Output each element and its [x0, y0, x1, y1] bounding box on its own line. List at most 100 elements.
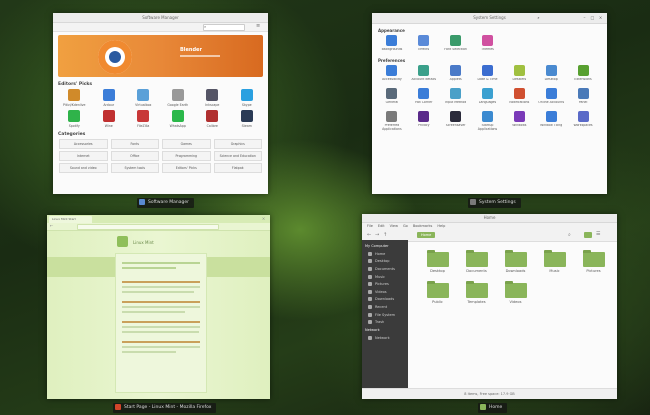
sidebar-item[interactable]: Music — [362, 273, 408, 281]
settings-item[interactable]: Accessibility — [378, 65, 406, 86]
sidebar-item[interactable]: Downloads — [362, 296, 408, 304]
settings-item[interactable]: Font Selection — [442, 35, 470, 56]
files-caption[interactable]: Home — [478, 403, 508, 413]
category-button[interactable]: Editors' Picks — [162, 163, 211, 173]
featured-banner[interactable]: Blender — [58, 35, 263, 77]
folder-item[interactable]: Pictures — [574, 250, 613, 273]
url-bar[interactable] — [77, 224, 219, 230]
category-button[interactable]: Games — [162, 139, 211, 149]
app-tile[interactable]: Calibre — [197, 110, 228, 128]
category-button[interactable]: Fonts — [110, 139, 159, 149]
settings-item[interactable]: Privacy — [410, 111, 438, 132]
titlebar[interactable]: Software Manager — [53, 13, 268, 23]
settings-item[interactable]: Extensions — [569, 65, 597, 86]
sidebar-item[interactable]: Documents — [362, 265, 408, 273]
category-button[interactable]: Sound and video — [59, 163, 108, 173]
menu-item[interactable]: Help — [437, 223, 445, 230]
app-tile[interactable]: Wine — [94, 110, 125, 128]
app-tile[interactable]: WhatsApp — [163, 110, 194, 128]
settings-item[interactable]: Themes — [474, 35, 502, 56]
menu-item[interactable]: File — [367, 223, 373, 230]
minimize-icon[interactable]: – — [582, 15, 587, 20]
settings-item[interactable]: Desktop — [537, 65, 565, 86]
search-icon[interactable]: ⌕ — [204, 24, 206, 29]
up-icon[interactable]: ↑ — [383, 232, 387, 238]
category-button[interactable]: Flatpak — [213, 163, 262, 173]
software-manager-window[interactable]: Software Manager ⌕ ≡ Blender Editors' Pi… — [53, 13, 268, 194]
search-input[interactable] — [203, 24, 245, 31]
path-button-home[interactable]: Home — [417, 232, 436, 238]
sidebar-item[interactable]: File System — [362, 311, 408, 319]
sidebar-item[interactable]: Desktop — [362, 258, 408, 266]
app-tile[interactable]: FileZilla — [128, 110, 159, 128]
firefox-caption[interactable]: Start Page - Linux Mint - Mozilla Firefo… — [113, 403, 217, 413]
files-window[interactable]: Home File Edit View Go Bookmarks Help ← → ↑ H… — [362, 214, 617, 399]
category-button[interactable]: Internet — [59, 151, 108, 161]
settings-item[interactable]: Languages — [474, 88, 502, 109]
settings-item[interactable]: Notifications — [505, 88, 533, 109]
back-icon[interactable]: ← — [50, 223, 53, 228]
list-view-icon[interactable]: ☰ — [596, 231, 600, 237]
settings-item[interactable]: Hot Corner — [410, 88, 438, 109]
settings-item[interactable]: Account details — [410, 65, 438, 86]
titlebar[interactable]: Home — [362, 214, 617, 223]
settings-item[interactable]: Panel — [569, 88, 597, 109]
sidebar-item[interactable]: Pictures — [362, 280, 408, 288]
app-tile[interactable]: Google Earth — [163, 89, 194, 107]
app-tile[interactable]: Skype — [232, 89, 263, 107]
menu-item[interactable]: Bookmarks — [413, 223, 433, 230]
close-icon[interactable]: × — [598, 15, 603, 20]
settings-item[interactable]: Online Accounts — [537, 88, 565, 109]
app-tile[interactable]: Inkscape — [197, 89, 228, 107]
sidebar-item[interactable]: Recent — [362, 303, 408, 311]
sidebar-item[interactable]: Home — [362, 250, 408, 258]
sidebar-item[interactable]: Trash — [362, 318, 408, 326]
category-button[interactable]: Accessories — [59, 139, 108, 149]
folder-item[interactable]: Music — [535, 250, 574, 273]
settings-item[interactable]: Screensaver — [442, 111, 470, 132]
maximize-icon[interactable]: □ — [590, 15, 595, 20]
app-tile[interactable]: Virtualbox — [128, 89, 159, 107]
software-manager-caption[interactable]: Software Manager — [137, 198, 194, 208]
app-tile[interactable]: Spotify — [59, 110, 90, 128]
menu-item[interactable]: Edit — [378, 223, 385, 230]
tab-linux-mint-start[interactable]: Linux Mint Start — [49, 216, 92, 223]
settings-item[interactable]: Preferred Applications — [378, 111, 406, 132]
settings-item[interactable]: Desklets — [505, 65, 533, 86]
app-tile[interactable]: Ardour — [94, 89, 125, 107]
sidebar-item-network[interactable]: Network — [362, 334, 408, 342]
sidebar-item[interactable]: Videos — [362, 288, 408, 296]
search-icon[interactable]: ⌕ — [536, 15, 541, 20]
folder-item[interactable]: Documents — [457, 250, 496, 273]
settings-item[interactable]: General — [378, 88, 406, 109]
menu-item[interactable]: View — [390, 223, 398, 230]
settings-item[interactable]: Backgrounds — [378, 35, 406, 56]
category-button[interactable]: Office — [110, 151, 159, 161]
menu-icon[interactable]: ≡ — [256, 23, 260, 29]
app-tile[interactable]: Steam — [232, 110, 263, 128]
folder-item[interactable]: Templates — [457, 281, 496, 304]
category-button[interactable]: Graphics — [213, 139, 262, 149]
search-icon[interactable]: ⌕ — [568, 232, 571, 238]
menu-item[interactable]: Go — [403, 223, 408, 230]
system-settings-caption[interactable]: System Settings — [468, 198, 521, 208]
category-button[interactable]: Science and Education — [213, 151, 262, 161]
forward-icon[interactable]: → — [375, 232, 379, 238]
titlebar[interactable]: System Settings ⌕ – □ × — [372, 13, 607, 24]
settings-item[interactable]: Window Tiling — [537, 111, 565, 132]
folder-item[interactable]: Desktop — [418, 250, 457, 273]
system-settings-window[interactable]: System Settings ⌕ – □ × Appearance Backgr… — [372, 13, 607, 194]
folder-item[interactable]: Videos — [496, 281, 535, 304]
settings-item[interactable]: Effects — [410, 35, 438, 56]
app-tile[interactable]: Pitivi/Kdenlive — [59, 89, 90, 107]
settings-item[interactable]: Date & Time — [474, 65, 502, 86]
category-button[interactable]: Programming — [162, 151, 211, 161]
folder-item[interactable]: Public — [418, 281, 457, 304]
settings-item[interactable]: Input Method — [442, 88, 470, 109]
settings-item[interactable]: Windows — [505, 111, 533, 132]
firefox-window[interactable]: Linux Mint Start × ← Linux Mint — [47, 215, 270, 399]
icon-view-toggle[interactable] — [584, 232, 592, 238]
category-button[interactable]: System tools — [110, 163, 159, 173]
back-icon[interactable]: ← — [367, 232, 371, 238]
close-icon[interactable]: × — [261, 216, 266, 221]
